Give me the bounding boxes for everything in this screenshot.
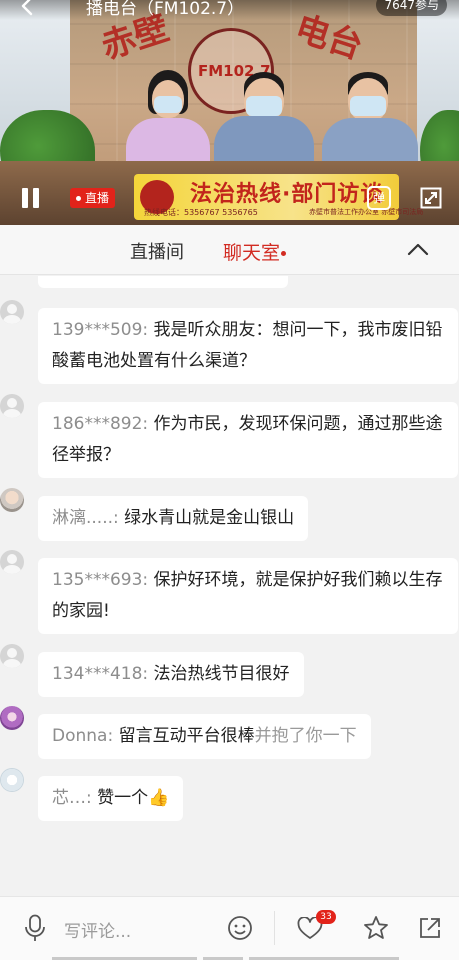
default-avatar-icon[interactable] (0, 394, 24, 418)
unread-dot-icon (281, 251, 287, 256)
danmu-toggle-icon[interactable]: 弹 (367, 186, 391, 210)
chat-nick[interactable]: 134***418: (52, 664, 148, 684)
chat-nick[interactable]: 186***892: (52, 414, 148, 434)
program-banner: 法治热线·部门访谈 热线电话：5356767 5356765 赤壁市普法工作办公… (134, 174, 423, 220)
emoji-icon[interactable] (227, 915, 253, 941)
chat-bubble: 芯…: 赞一个👍 (38, 776, 184, 821)
comment-bar: 写评论... 33 (0, 896, 459, 960)
chat-nick[interactable]: Donna: (52, 726, 113, 746)
chat-bubble: 139***509: 我是听众朋友：想问一下，我市废旧铅酸蓄电池处置有什么渠道？ (38, 308, 458, 384)
chat-text: 赞一个👍 (97, 788, 170, 808)
comment-input[interactable]: 写评论... (64, 917, 131, 942)
user-avatar-photo[interactable] (0, 706, 24, 730)
chat-nick[interactable]: 139***509: (52, 320, 148, 340)
banner-host: 赤壁市普法工作办公室 赤壁市司法局 (309, 208, 424, 216)
viewer-count-badge: 7647参与 (376, 0, 447, 16)
chevron-up-icon[interactable] (405, 238, 431, 260)
chat-list[interactable]: 139***509: 我是听众朋友：想问一下，我市废旧铅酸蓄电池处置有什么渠道？… (0, 276, 459, 896)
back-arrow-icon[interactable] (16, 0, 40, 18)
chat-bubble: Donna: 留言互动平台很棒并抱了你一下 (38, 714, 371, 759)
chat-bubble: 134***418: 法治热线节目很好 (38, 652, 304, 697)
live-badge-label: 直播 (85, 191, 110, 205)
chat-text: 法治热线节目很好 (153, 664, 290, 684)
divider (274, 911, 275, 945)
chat-nick[interactable]: 135***693: (52, 570, 148, 590)
tab-live-room[interactable]: 直播间 (130, 238, 184, 264)
default-avatar-icon[interactable] (0, 550, 24, 574)
chat-bubble: 186***892: 作为市民，发现环保问题，通过那些途径举报？ (38, 402, 458, 478)
video-title: 播电台（FM102.7） (86, 0, 245, 19)
chat-text: 留言互动平台很棒 (118, 726, 255, 746)
banner-title: 法治热线·部门访谈 (190, 182, 384, 207)
like-count-badge: 33 (316, 910, 336, 924)
user-avatar-photo[interactable] (0, 488, 24, 512)
previous-message-bubble (38, 276, 288, 288)
default-avatar-icon[interactable] (0, 644, 24, 668)
bottom-scroll-indicator (0, 956, 459, 960)
chat-bubble: 淋漓.....: 绿水青山就是金山银山 (38, 496, 309, 541)
chat-nick[interactable]: 芯…: (52, 788, 92, 808)
user-avatar-photo[interactable] (0, 768, 24, 792)
banner-hotline: 热线电话：5356767 5356765 (144, 208, 258, 217)
microphone-icon[interactable] (24, 914, 46, 942)
tab-chat-room-label: 聊天室 (223, 242, 281, 264)
tab-chat-room[interactable]: 聊天室 (223, 238, 287, 265)
hug-action-text: 并抱了你一下 (254, 726, 357, 746)
share-icon[interactable] (418, 916, 442, 940)
room-tabs: 直播间 聊天室 (0, 225, 459, 275)
chat-bubble: 135***693: 保护好环境，就是保护好我们赖以生存的家园! (38, 558, 458, 634)
default-avatar-icon[interactable] (0, 300, 24, 324)
live-video-player[interactable]: 赤壁 电台 FM102.7 法治热线·部门访谈 热线电话：5356767 535… (0, 0, 459, 225)
chat-nick[interactable]: 淋漓.....: (52, 508, 119, 528)
chat-text: 绿水青山就是金山银山 (124, 508, 295, 528)
fullscreen-icon[interactable] (420, 187, 442, 209)
pause-icon[interactable] (20, 188, 42, 208)
live-dot-icon (76, 196, 81, 201)
star-favorite-icon[interactable] (363, 915, 389, 941)
live-badge: 直播 (70, 188, 116, 208)
